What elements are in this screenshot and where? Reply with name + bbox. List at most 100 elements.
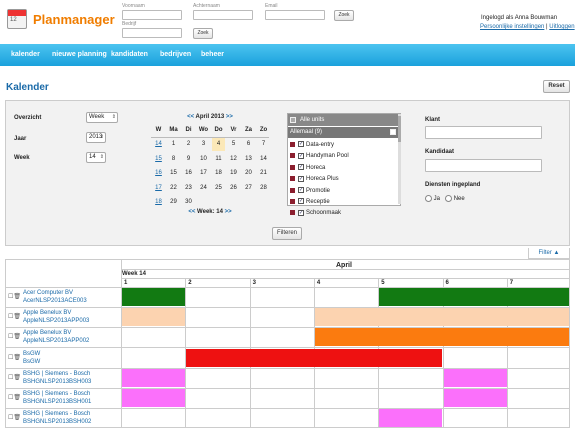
row-code-link[interactable]: BsGW — [23, 358, 121, 366]
row-actions-icon[interactable]: ☐🗑 — [8, 333, 21, 341]
row-code-link[interactable]: AppleNLSP2013APP003 — [23, 317, 121, 325]
unit-checkbox[interactable]: ✓ — [298, 175, 304, 182]
calendar-week-link[interactable]: 14 — [152, 138, 165, 151]
calendar-day[interactable]: 8 — [167, 153, 180, 166]
row-company-link[interactable]: BSHG | Siemens - Bosch — [23, 390, 121, 398]
row-actions-icon[interactable]: ☐🗑 — [8, 374, 21, 382]
settings-link[interactable]: Persoonlijke instellingen — [480, 24, 544, 30]
email-input[interactable] — [265, 10, 325, 20]
row-code-link[interactable]: AcerNLSP2013ACE003 — [23, 297, 121, 305]
nav-kalender[interactable]: kalender — [11, 51, 40, 58]
voornaam-input[interactable] — [122, 10, 182, 20]
all-units-row[interactable]: Alle units — [288, 114, 400, 126]
unit-checkbox[interactable]: ✓ — [298, 164, 304, 171]
row-actions-icon[interactable]: ☐🗑 — [8, 414, 21, 422]
calendar-day[interactable]: 25 — [212, 182, 225, 195]
calendar-day[interactable]: 27 — [242, 182, 255, 195]
calendar-day[interactable]: 17 — [197, 167, 210, 180]
planning-bar[interactable] — [379, 409, 443, 427]
calendar-day[interactable]: 29 — [167, 196, 180, 209]
unit-checkbox[interactable]: ✓ — [298, 198, 304, 205]
unit-checkbox[interactable]: ✓ — [298, 209, 304, 216]
calendar-day[interactable]: 4 — [212, 138, 225, 151]
jaar-select[interactable]: 2013 ⇕ — [86, 132, 106, 143]
calendar-day[interactable]: 14 — [257, 153, 270, 166]
row-company-link[interactable]: BSHG | Siemens - Bosch — [23, 370, 121, 378]
row-code-link[interactable]: BSHGNLSP2013BSH003 — [23, 378, 121, 386]
kandidaat-input[interactable] — [425, 159, 542, 172]
planning-bar[interactable] — [186, 348, 443, 367]
calendar-day[interactable]: 5 — [227, 138, 240, 151]
logout-link[interactable]: Uitloggen — [549, 24, 574, 30]
planning-bar[interactable] — [443, 389, 507, 407]
unit-item[interactable]: ✓ Receptie — [290, 197, 390, 208]
calendar-day[interactable]: 19 — [227, 167, 240, 180]
row-company-link[interactable]: Apple Benelux BV — [23, 309, 121, 317]
row-actions-icon[interactable]: ☐🗑 — [8, 354, 21, 362]
row-actions-icon[interactable]: ☐🗑 — [8, 394, 21, 402]
all-units-checkbox[interactable] — [290, 117, 296, 123]
zoek-button-1[interactable]: Zoek — [334, 10, 354, 21]
calendar-day[interactable]: 21 — [257, 167, 270, 180]
calendar-day[interactable]: 9 — [182, 153, 195, 166]
unit-item[interactable]: ✓ Horeca — [290, 163, 390, 174]
calendar-footer-next[interactable]: >> — [225, 209, 232, 215]
calendar-day[interactable]: 26 — [227, 182, 240, 195]
calendar-day[interactable]: 1 — [167, 138, 180, 151]
calendar-day[interactable]: 18 — [212, 167, 225, 180]
filter-toggle-tab[interactable]: Filter ▲ — [528, 248, 570, 259]
unit-item[interactable]: ✓ Handyman Pool — [290, 151, 390, 162]
calendar-day[interactable]: 20 — [242, 167, 255, 180]
calendar-day[interactable]: 10 — [197, 153, 210, 166]
calendar-week-link[interactable]: 15 — [152, 153, 165, 166]
planning-bar[interactable] — [443, 368, 507, 387]
row-company-link[interactable]: Apple Benelux BV — [23, 329, 121, 337]
planning-bar[interactable] — [379, 288, 569, 306]
row-code-link[interactable]: AppleNLSP2013APP002 — [23, 337, 121, 345]
calendar-footer-prev[interactable]: << — [188, 209, 195, 215]
row-code-link[interactable]: BSHGNLSP2013BSH001 — [23, 398, 121, 406]
row-actions-icon[interactable]: ☐🗑 — [8, 293, 21, 301]
planning-bar[interactable] — [314, 308, 569, 327]
planning-bar[interactable] — [122, 368, 186, 387]
ja-radio[interactable] — [425, 195, 432, 202]
calendar-day[interactable]: 12 — [227, 153, 240, 166]
calendar-day[interactable]: 15 — [167, 167, 180, 180]
row-company-link[interactable]: Acer Computer BV — [23, 289, 121, 297]
reset-button[interactable]: Reset — [543, 80, 570, 93]
week-select[interactable]: 14 ⇕ — [86, 152, 106, 163]
calendar-day[interactable]: 2 — [182, 138, 195, 151]
calendar-week-link[interactable]: 17 — [152, 182, 165, 195]
unit-checkbox[interactable]: ✓ — [298, 152, 304, 159]
calendar-day[interactable]: 24 — [197, 182, 210, 195]
planning-bar[interactable] — [314, 328, 569, 347]
filteren-button[interactable]: Filteren — [272, 227, 302, 240]
calendar-day[interactable]: 11 — [212, 153, 225, 166]
calendar-week-link[interactable]: 16 — [152, 167, 165, 180]
unit-item[interactable]: ✓ Horeca Plus — [290, 174, 390, 185]
calendar-day[interactable]: 28 — [257, 182, 270, 195]
calendar-day[interactable]: 22 — [167, 182, 180, 195]
row-actions-icon[interactable]: ☐🗑 — [8, 313, 21, 321]
calendar-day[interactable]: 6 — [242, 138, 255, 151]
nav-beheer[interactable]: beheer — [201, 51, 224, 58]
calendar-next-link[interactable]: >> — [226, 114, 233, 120]
row-company-link[interactable]: BsGW — [23, 350, 121, 358]
calendar-day[interactable]: 16 — [182, 167, 195, 180]
nav-nieuwe-planning[interactable]: nieuwe planning — [52, 51, 107, 58]
group-checkbox[interactable] — [390, 129, 396, 135]
achternaam-input[interactable] — [193, 10, 253, 20]
calendar-day[interactable]: 3 — [197, 138, 210, 151]
overzicht-select[interactable]: Week ⇕ — [86, 112, 118, 123]
row-company-link[interactable]: BSHG | Siemens - Bosch — [23, 410, 121, 418]
calendar-day[interactable]: 7 — [257, 138, 270, 151]
planning-bar[interactable] — [122, 308, 186, 327]
bedrijf-input[interactable] — [122, 28, 182, 38]
calendar-week-link[interactable]: 18 — [152, 196, 165, 209]
unit-checkbox[interactable]: ✓ — [298, 187, 304, 194]
nav-kandidaten[interactable]: kandidaten — [111, 51, 148, 58]
calendar-day[interactable]: 30 — [182, 196, 195, 209]
calendar-day[interactable]: 13 — [242, 153, 255, 166]
calendar-prev-link[interactable]: << — [187, 114, 194, 120]
unit-item[interactable]: ✓ Data-entry — [290, 140, 390, 151]
